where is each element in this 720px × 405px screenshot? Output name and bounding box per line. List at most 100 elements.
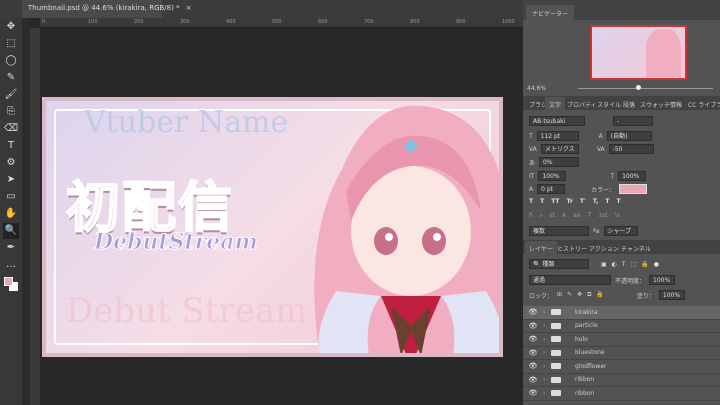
tool-icon[interactable]: ➤ — [3, 172, 19, 188]
antialias-select[interactable]: シャープ — [603, 226, 638, 236]
tool-icon[interactable]: ◯ — [3, 53, 19, 69]
eye-icon[interactable]: 👁 — [523, 376, 543, 384]
layer-row[interactable]: 👁 › kirakira — [523, 306, 720, 320]
foreground-color-swatch[interactable] — [4, 277, 13, 286]
opacity-field[interactable]: 100% — [649, 275, 676, 285]
tool-icon[interactable]: ⬚ — [3, 36, 19, 52]
blend-mode-select[interactable]: 通過 — [529, 275, 611, 285]
tab-panel[interactable]: 文字 — [545, 97, 566, 112]
font-size-field[interactable]: 112 pt — [536, 131, 579, 141]
opentype-button[interactable]: 1st — [598, 212, 607, 219]
layer-filter-select[interactable]: 🔍 種類 — [529, 259, 589, 269]
text-style-button[interactable]: T — [529, 198, 533, 205]
tab-panel[interactable]: CC ライブラ — [684, 97, 720, 112]
baseline-field[interactable]: 0 pt — [537, 184, 566, 194]
tool-icon[interactable]: ✒ — [3, 240, 19, 256]
filter-icons[interactable]: ▣◐T⬚🔒● — [601, 261, 664, 268]
close-tab-icon[interactable]: × — [186, 4, 192, 12]
ruler-tick: 600 — [318, 19, 328, 25]
opentype-button[interactable]: ½ — [614, 212, 620, 219]
folder-icon — [551, 363, 561, 370]
chevron-right-icon[interactable]: › — [543, 336, 551, 343]
zoom-slider[interactable] — [578, 85, 713, 90]
font-family-select[interactable]: AB-tsubaki — [529, 116, 585, 126]
language-select[interactable]: 複数 — [529, 226, 589, 236]
layer-row[interactable]: 👁 › ribbon — [523, 374, 720, 387]
text-style-button[interactable]: TT — [551, 198, 559, 205]
ruler-tick: 400 — [226, 19, 236, 25]
chevron-right-icon[interactable]: › — [543, 322, 551, 329]
tsume-field[interactable]: 0% — [539, 157, 580, 167]
layer-name: particle — [575, 322, 598, 330]
chevron-right-icon[interactable]: › — [543, 376, 551, 383]
font-style-select[interactable]: - — [613, 116, 653, 126]
layer-row[interactable]: 👁 › ribbon — [523, 387, 720, 401]
text-style-button[interactable]: T, — [593, 198, 599, 205]
opentype-button[interactable]: fi — [529, 212, 533, 219]
lock-label: ロック： — [529, 292, 554, 300]
tracking-field[interactable]: -50 — [608, 144, 654, 154]
navigator-zoom[interactable]: 44.6% — [527, 85, 546, 92]
vertical-scale-field[interactable]: 100% — [538, 171, 567, 181]
tool-icon[interactable]: ⌫ — [3, 121, 19, 137]
tool-icon[interactable]: ✎ — [3, 70, 19, 86]
tool-icon[interactable]: ⚙ — [3, 155, 19, 171]
eye-icon[interactable]: 👁 — [523, 362, 543, 370]
layer-row[interactable]: 👁 › particle — [523, 320, 720, 333]
tool-icon[interactable]: ✋ — [3, 206, 19, 222]
opentype-button[interactable]: A — [562, 212, 566, 219]
eye-icon[interactable]: 👁 — [523, 349, 543, 357]
tool-icon[interactable]: ✥ — [3, 19, 19, 35]
tool-icon[interactable]: T — [3, 138, 19, 154]
ruler-tick: 0 — [42, 19, 46, 25]
opentype-button[interactable]: st — [550, 212, 555, 219]
tsume-icon: あ — [529, 159, 536, 167]
text-style-button[interactable]: T — [616, 198, 620, 205]
tool-icon[interactable]: ▭ — [3, 189, 19, 205]
tab-panel[interactable]: 情報 — [666, 97, 686, 112]
chevron-right-icon[interactable]: › — [543, 309, 551, 316]
subtitle-text: DebutStream — [94, 229, 259, 256]
tool-icon[interactable]: 🔍 — [3, 223, 19, 239]
layer-row[interactable]: 👁 › holo — [523, 333, 720, 347]
eye-icon[interactable]: 👁 — [523, 322, 543, 330]
tool-icon[interactable]: 🖌 — [3, 87, 19, 103]
vtuber-name-text: Vtuber Name — [84, 105, 289, 140]
text-style-button[interactable]: T — [540, 198, 544, 205]
horizontal-scale-field[interactable]: 100% — [618, 171, 647, 181]
eye-icon[interactable]: 👁 — [523, 335, 543, 343]
chevron-right-icon[interactable]: › — [543, 390, 551, 397]
fill-field[interactable]: 100% — [658, 290, 685, 300]
layer-name: holo — [575, 335, 588, 343]
eye-icon[interactable]: 👁 — [523, 308, 543, 316]
document-canvas[interactable]: Vtuber Name Debut Stream 初配信 DebutStream — [42, 97, 503, 357]
chevron-right-icon[interactable]: › — [543, 363, 551, 370]
layer-row[interactable]: 👁 › bluestone — [523, 347, 720, 360]
text-style-button[interactable]: T — [605, 198, 609, 205]
opentype-button[interactable]: T — [588, 212, 592, 219]
ruler-tick: 900 — [456, 19, 466, 25]
opentype-button[interactable]: ℴ — [540, 212, 543, 219]
tool-icon[interactable]: ⎘ — [3, 104, 19, 120]
navigator-preview[interactable] — [590, 25, 687, 80]
eye-icon[interactable]: 👁 — [523, 389, 543, 397]
text-color-swatch[interactable] — [619, 184, 648, 194]
document-tab[interactable]: Thumbnail.psd @ 44.6% (kirakira, RGB/8) … — [22, 0, 191, 18]
tracking-icon: VA — [596, 145, 605, 153]
kerning-field[interactable]: メトリクス — [540, 144, 579, 154]
panel-gutter — [22, 18, 30, 405]
ruler-tick: 800 — [410, 19, 420, 25]
leading-field[interactable]: (自動) — [606, 131, 652, 141]
folder-icon — [551, 336, 561, 343]
chevron-right-icon[interactable]: › — [543, 349, 551, 356]
opentype-button[interactable]: aa — [573, 212, 580, 219]
tab-navigator[interactable]: ナビゲーター — [526, 5, 575, 22]
lock-icons[interactable]: ⊞✎✥⧉🔒 — [557, 291, 609, 299]
layer-row[interactable]: 👁 › glodflower — [523, 360, 720, 374]
debut-stream-bg-text: Debut Stream — [66, 291, 308, 331]
text-style-button[interactable]: T' — [580, 198, 586, 205]
tab-layers-panel[interactable]: チャンネル — [617, 241, 655, 256]
baseline-icon: A — [529, 185, 534, 193]
text-style-button[interactable]: Tr — [567, 198, 573, 205]
tool-icon[interactable]: … — [3, 257, 19, 273]
